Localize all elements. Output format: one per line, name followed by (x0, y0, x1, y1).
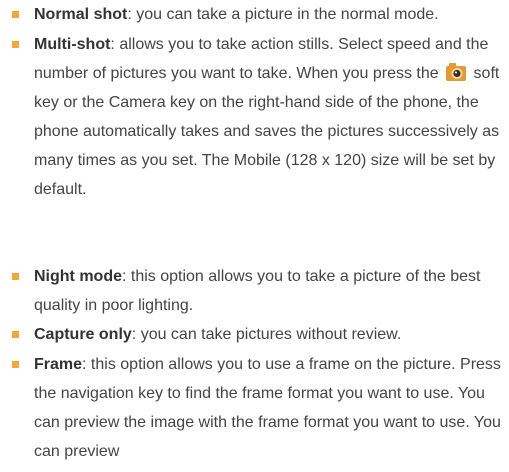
list-item-normal-shot: Normal shot: you can take a picture in t… (0, 0, 509, 30)
item-description: : you can take pictures without review. (131, 326, 402, 343)
item-term: Capture only (34, 326, 132, 343)
list-item-capture-only: Capture only: you can take pictures with… (0, 320, 509, 350)
list-item-night-mode: Night mode: this option allows you to ta… (0, 262, 509, 320)
item-term: Frame (34, 356, 83, 373)
bullet-icon (12, 273, 19, 280)
item-description-continued: soft key or the Camera key on the right-… (34, 65, 500, 198)
item-description: : this option allows you to use a frame … (34, 356, 501, 460)
item-term: Night mode (34, 268, 122, 285)
camera-softkey-icon (446, 63, 467, 81)
bullet-icon (12, 331, 19, 338)
item-term: Multi-shot (34, 36, 111, 53)
bullet-icon (12, 361, 19, 368)
bullet-icon (12, 41, 19, 48)
list-item-frame: Frame: this option allows you to use a f… (0, 350, 509, 472)
item-description: : you can take a picture in the normal m… (127, 6, 439, 23)
item-term: Normal shot (34, 6, 128, 23)
bullet-icon (12, 11, 19, 18)
list-item-multi-shot: Multi-shot: allows you to take action st… (0, 30, 509, 262)
manual-page: Normal shot: you can take a picture in t… (0, 0, 509, 472)
